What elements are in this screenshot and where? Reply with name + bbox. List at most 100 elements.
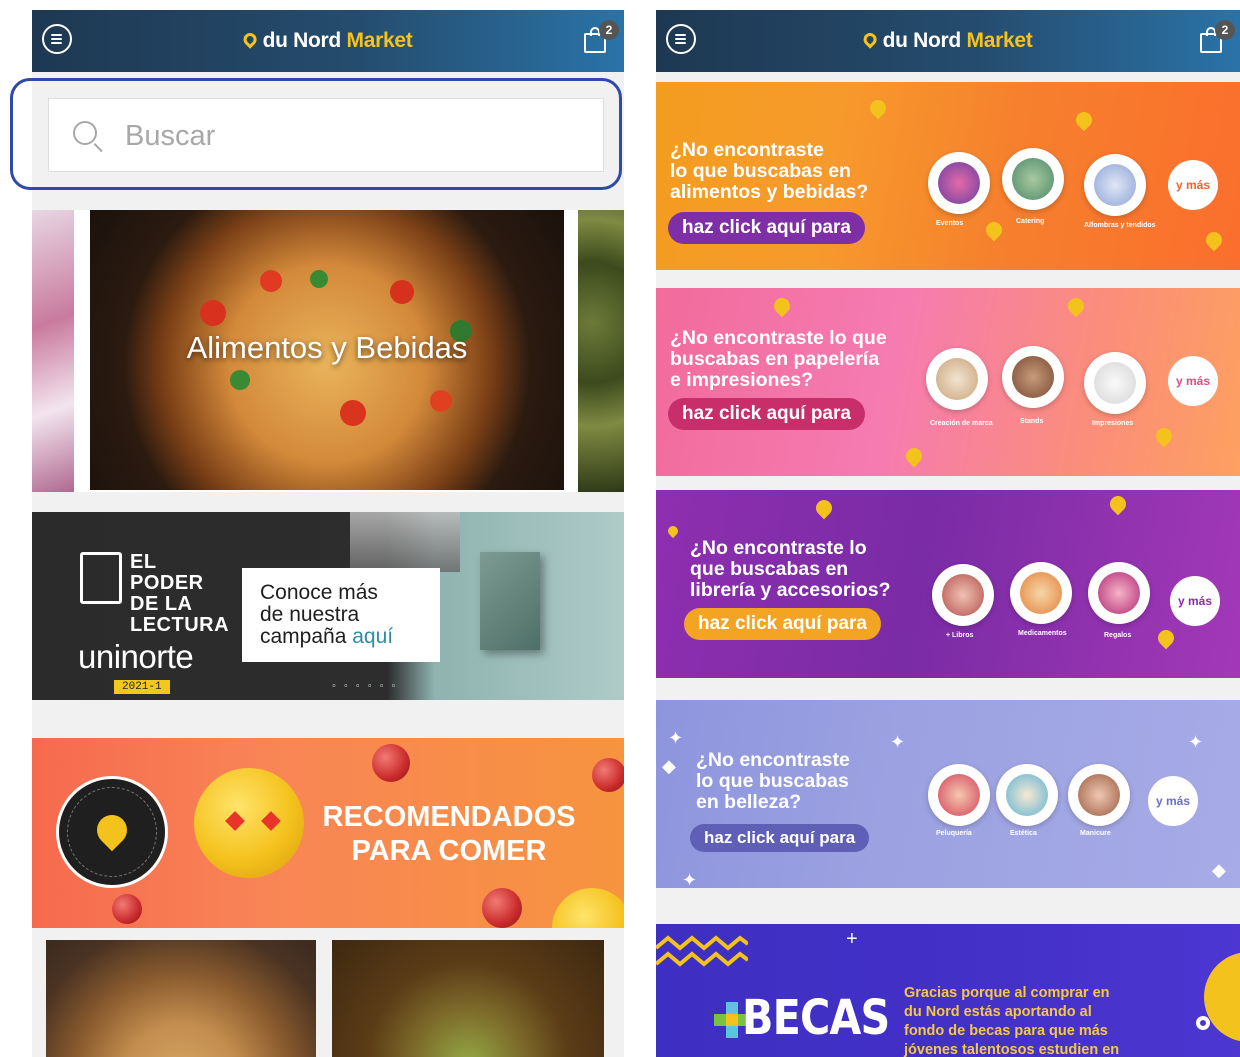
service-medicine-icon[interactable] [1010,562,1072,624]
becas-banner[interactable]: + BECAS Gracias porque al comprar en du … [656,924,1240,1057]
banner-cta-button[interactable]: haz click aquí para [684,608,881,640]
service-manicure-icon[interactable] [1068,764,1130,826]
service-label: Eventos [936,220,964,227]
becas-text-line-1: Gracias porque al comprar en [904,985,1110,1001]
service-label: Alfombras y tendidos [1084,222,1156,229]
search-input[interactable] [125,117,575,155]
banner-question-line-3: en belleza? [696,791,802,813]
cart-icon[interactable]: 2 [1200,20,1235,55]
service-tents-icon[interactable] [1084,154,1146,216]
service-label: Stands [1020,418,1044,425]
banner-question-line-2: lo que buscabas en [670,160,851,182]
banner-question-line-2: buscabas en papelería [670,348,880,370]
menu-icon[interactable] [42,24,72,54]
banner-books-accessories[interactable]: ¿No encontraste lo que buscabas en libre… [656,490,1240,678]
campaign-year: 2021-1 [114,680,170,694]
service-label: Manicure [1080,830,1111,837]
location-pin-icon [240,30,260,49]
food-card-dessert[interactable] [46,940,316,1057]
app-header: du Nord Market 2 [32,10,624,72]
becas-text-line-3: fondo de becas para que más [904,1023,1108,1039]
banner-question-line-1: ¿No encontraste lo que [670,327,887,349]
banner-question: ¿No encontraste lo que buscabas en papel… [670,328,887,391]
banner-beauty[interactable]: ✦ ◆ ✦ ✦ ✦ ◆ ¿No encontraste lo que busca… [656,700,1240,888]
service-branding-icon[interactable] [926,348,988,410]
decorative-dots: ◦◦◦◦◦◦ [332,680,404,692]
right-screen: du Nord Market 2 ¿No encontraste lo que … [656,10,1240,1057]
campaign-card-line-2: de nuestra [260,603,360,626]
decorative-circle [1196,1016,1210,1030]
decorative-ball [592,758,624,792]
banner-cta-button[interactable]: haz click aquí para [668,398,865,430]
service-label: Impresiones [1092,420,1134,427]
more-services-button[interactable]: y más [1148,776,1198,826]
campaign-link[interactable]: aquí [352,625,393,648]
service-label: Peluquería [936,830,972,837]
category-carousel[interactable]: Alimentos y Bebidas [32,210,624,492]
decorative-ball [372,744,410,782]
cart-icon[interactable]: 2 [584,20,619,55]
app-header: du Nord Market 2 [656,10,1240,72]
service-label: Catering [1016,218,1045,225]
author-portrait [350,512,460,572]
becas-text-line-4: jóvenes talentosos estudien en [904,1042,1120,1057]
promo-title-line-2: PARA COMER [351,835,547,867]
app-logo[interactable]: du Nord Market [240,29,413,53]
service-stands-icon[interactable] [1002,346,1064,408]
logo-prefix: du Nord [262,29,342,52]
restaurantes-badge [56,776,168,888]
logo-prefix: du Nord [882,29,962,52]
service-esthetics-icon[interactable] [996,764,1058,826]
emoji-heart-eyes [194,768,304,878]
menu-icon[interactable] [666,24,696,54]
banner-question-line-3: librería y accesorios? [690,579,891,601]
food-card-fritters[interactable] [332,940,604,1057]
search-section [32,72,624,192]
banner-paper-printing[interactable]: ¿No encontraste lo que buscabas en papel… [656,288,1240,476]
service-label: Creación de marca [930,420,993,427]
banner-question-line-3: e impresiones? [670,369,814,391]
search-bar[interactable] [48,98,604,172]
service-gifts-icon[interactable] [1088,562,1150,624]
campaign-card[interactable]: Conoce más de nuestra campaña aquí [242,568,440,662]
promo-title: RECOMENDADOS PARA COMER [294,800,604,868]
carousel-next-card[interactable] [578,210,624,492]
more-services-button[interactable]: y más [1170,576,1220,626]
carousel-prev-card[interactable] [32,210,74,492]
book-cover-image [480,552,540,650]
logo-suffix: Market [346,29,413,52]
banner-food-services[interactable]: ¿No encontraste lo que buscabas en alime… [656,82,1240,270]
cart-count-badge: 2 [599,20,619,40]
reading-campaign-banner[interactable]: EL PODER DE LA LECTURA uninorte 2021-1 C… [32,512,624,700]
banner-question-line-3: alimentos y bebidas? [670,181,869,203]
recommended-food-banner[interactable]: RECOMENDADOS PARA COMER [32,738,624,928]
zigzag-decoration [656,935,748,967]
promo-title-line-1: RECOMENDADOS [322,801,576,833]
campaign-card-line-1: Conoce más [260,581,378,604]
banner-question: ¿No encontraste lo que buscabas en alime… [670,140,868,203]
banner-question: ¿No encontraste lo que buscabas en libre… [690,538,891,601]
app-logo[interactable]: du Nord Market [860,29,1033,53]
campaign-logo: EL PODER DE LA LECTURA uninorte 2021-1 [78,552,229,694]
banner-question-line-1: ¿No encontraste [670,139,824,161]
emoji-laughing [552,888,624,928]
search-icon [73,121,97,145]
left-screen: du Nord Market 2 Alimentos y Bebidas [32,10,624,1057]
becas-text-line-2: du Nord estás aportando al [904,1004,1092,1020]
becas-title: BECAS [742,990,890,1046]
location-pin-icon [860,30,880,49]
more-services-button[interactable]: y más [1168,160,1218,210]
decorative-ball [482,888,522,928]
service-events-icon[interactable] [928,152,990,214]
banner-cta-button[interactable]: haz click aquí para [690,824,870,852]
more-services-button[interactable]: y más [1168,356,1218,406]
category-card-alimentos[interactable]: Alimentos y Bebidas [90,210,564,490]
service-printing-icon[interactable] [1084,352,1146,414]
service-catering-icon[interactable] [1002,148,1064,210]
service-books-icon[interactable] [932,564,994,626]
decorative-sun [1204,952,1240,1042]
book-icon [80,552,122,604]
banner-cta-button[interactable]: haz click aquí para [668,212,865,244]
service-label: Estética [1010,830,1037,837]
service-hair-icon[interactable] [928,764,990,826]
